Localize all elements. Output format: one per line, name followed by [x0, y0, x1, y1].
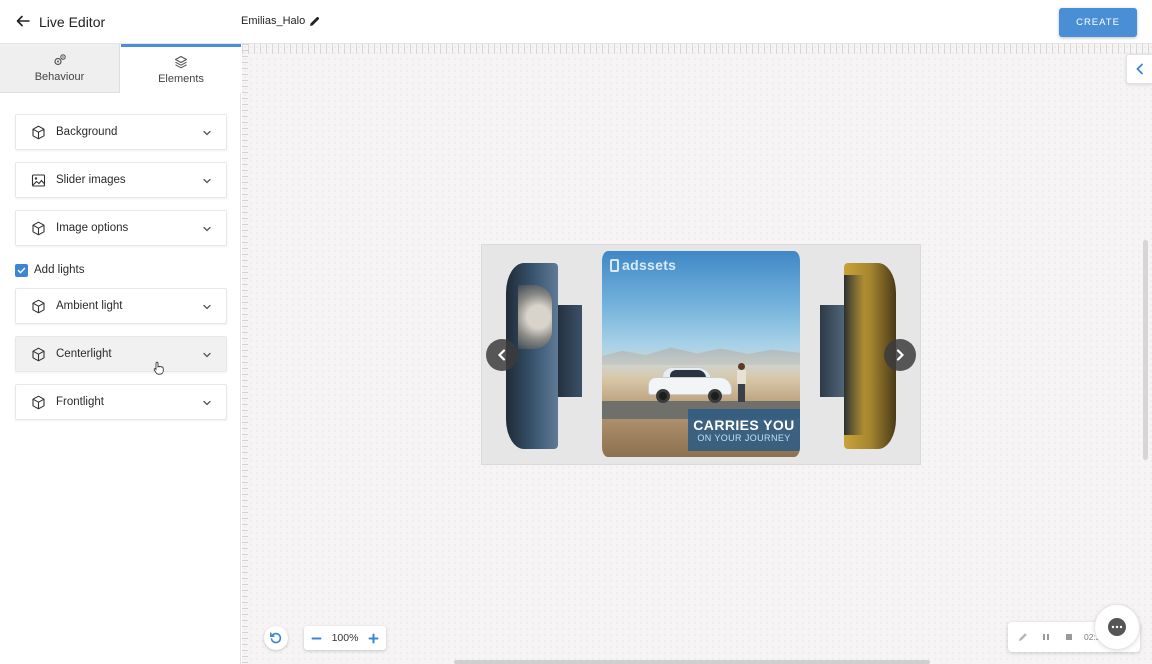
car-image: [648, 367, 732, 403]
cube-icon: [31, 347, 46, 362]
chevron-down-icon: [202, 302, 212, 312]
back-button[interactable]: [14, 12, 32, 30]
cube-icon: [31, 125, 46, 140]
person-image: [736, 363, 746, 403]
chevron-down-icon: [202, 128, 212, 138]
panel-tabs: Behaviour Elements: [0, 44, 241, 93]
hand-pointer-icon: [153, 361, 164, 375]
slide-left-photo: [518, 285, 552, 349]
car-wheel: [656, 389, 670, 403]
chevron-right-icon: [896, 349, 905, 361]
chat-button[interactable]: [1094, 604, 1140, 650]
section-image-options-label: Image options: [56, 222, 129, 234]
section-image-options[interactable]: Image options: [15, 210, 227, 246]
image-icon: [31, 173, 46, 188]
tab-behaviour-label: Behaviour: [34, 71, 85, 83]
ruler-top: [242, 44, 1152, 54]
tab-behaviour[interactable]: Behaviour: [0, 44, 120, 93]
section-background[interactable]: Background: [15, 114, 227, 150]
person-legs: [738, 384, 745, 402]
tagline-line-1: CARRIES YOU: [693, 416, 795, 433]
ruler-left: [242, 44, 248, 664]
top-bar: Live Editor Emilias_Halo CREATE: [0, 0, 1152, 44]
cube-icon: [31, 221, 46, 236]
slide-left-back: [558, 305, 582, 397]
chevron-down-icon: [202, 398, 212, 408]
plus-icon: [368, 633, 379, 643]
section-centerlight-label: Centerlight: [56, 348, 112, 360]
left-panel: Behaviour Elements Background Slider ima…: [0, 44, 241, 664]
section-background-label: Background: [56, 126, 118, 138]
zoom-out-button[interactable]: [310, 632, 323, 645]
section-frontlight-label: Frontlight: [56, 396, 104, 408]
reset-view-button[interactable]: [264, 626, 288, 650]
pause-icon[interactable]: [1041, 632, 1051, 642]
section-slider-images-label: Slider images: [56, 174, 126, 186]
slide-center: adssets CARRIES YOU ON YOUR JOURNEY: [602, 251, 800, 457]
arrow-left-icon: [16, 15, 30, 27]
stop-icon[interactable]: [1064, 632, 1074, 642]
create-button[interactable]: CREATE: [1059, 8, 1137, 37]
person-head: [738, 363, 745, 370]
pen-icon[interactable]: [1018, 632, 1028, 642]
section-ambient-light[interactable]: Ambient light: [15, 288, 227, 324]
mountains: [602, 347, 800, 365]
chevron-left-icon: [1135, 63, 1143, 75]
horizontal-scrollbar[interactable]: [454, 660, 930, 664]
slide-right-back: [820, 305, 844, 397]
chevron-down-icon: [202, 224, 212, 234]
tab-elements[interactable]: Elements: [121, 44, 241, 93]
tagline-line-2: ON YOUR JOURNEY: [697, 432, 791, 443]
tagline-box: CARRIES YOU ON YOUR JOURNEY: [688, 409, 800, 451]
section-frontlight[interactable]: Frontlight: [15, 384, 227, 420]
chevron-down-icon: [202, 350, 212, 360]
slider-preview[interactable]: adssets CARRIES YOU ON YOUR JOURNEY: [481, 244, 921, 465]
car-wheel: [708, 389, 722, 403]
slider-next-button[interactable]: [884, 339, 916, 371]
collapse-panel-button[interactable]: [1126, 54, 1152, 84]
brand-name: adssets: [622, 257, 677, 273]
person-body: [737, 370, 746, 384]
chat-icon: [1108, 618, 1126, 636]
checkmark-icon: [17, 267, 26, 274]
add-lights-checkbox[interactable]: [15, 263, 28, 277]
section-ambient-light-label: Ambient light: [56, 300, 123, 312]
brand-logo: adssets: [610, 257, 676, 273]
section-centerlight[interactable]: Centerlight: [15, 336, 227, 372]
chevron-down-icon: [202, 176, 212, 186]
layers-icon: [174, 55, 188, 69]
brand-mark-icon: [610, 258, 619, 272]
vertical-scrollbar[interactable]: [1143, 240, 1148, 460]
zoom-control: 100%: [304, 626, 386, 650]
cube-icon: [31, 395, 46, 410]
gears-icon: [53, 53, 67, 67]
zoom-in-button[interactable]: [367, 632, 380, 645]
tab-elements-label: Elements: [158, 73, 204, 85]
project-name[interactable]: Emilias_Halo: [241, 15, 320, 27]
zoom-value: 100%: [331, 632, 359, 644]
cube-icon: [31, 299, 46, 314]
section-slider-images[interactable]: Slider images: [15, 162, 227, 198]
editor-canvas[interactable]: adssets CARRIES YOU ON YOUR JOURNEY 100%…: [242, 44, 1152, 664]
pencil-icon[interactable]: [309, 16, 320, 27]
rotate-ccw-icon: [270, 632, 282, 644]
slide-right-shadow: [844, 275, 864, 435]
app-title: Live Editor: [39, 14, 106, 30]
project-name-label: Emilias_Halo: [241, 15, 306, 27]
add-lights-label: Add lights: [34, 264, 85, 276]
minus-icon: [311, 637, 322, 639]
slider-prev-button[interactable]: [486, 339, 518, 371]
add-lights-row: Add lights: [15, 262, 85, 278]
chevron-left-icon: [497, 349, 506, 361]
